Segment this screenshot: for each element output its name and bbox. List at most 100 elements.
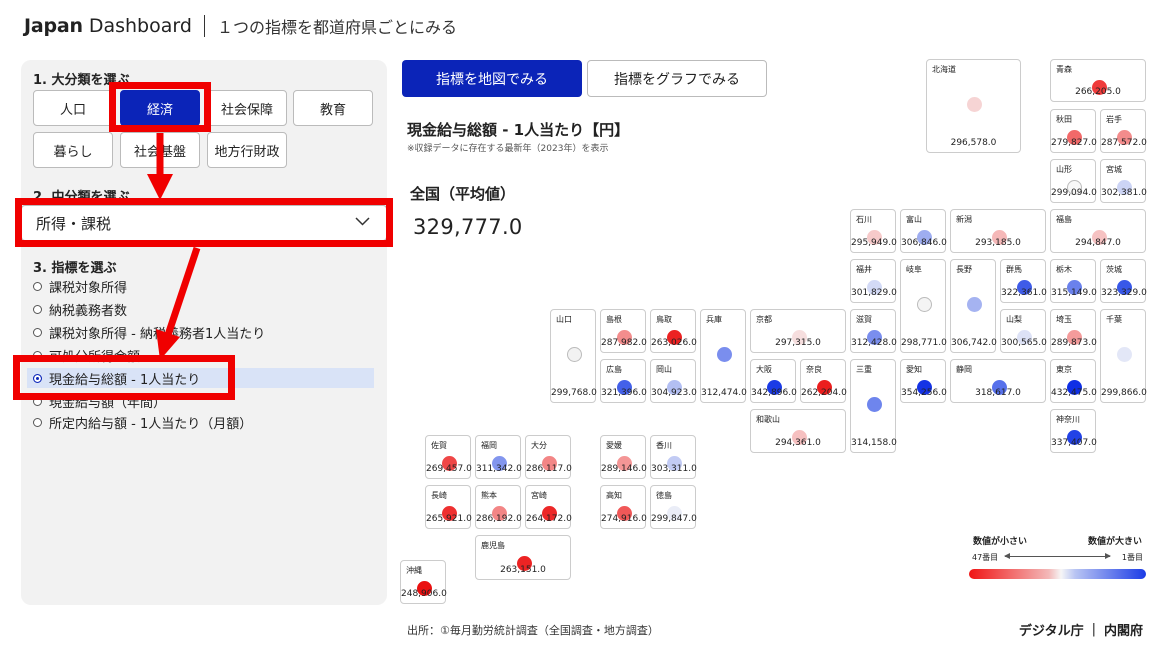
prefecture-name: 熊本 — [481, 491, 497, 500]
subcategory-select[interactable]: 所得・課税 — [21, 205, 387, 241]
prefecture-tile[interactable]: 岡山 304,923.0 — [650, 359, 697, 403]
prefecture-name: 富山 — [906, 215, 922, 224]
prefecture-tile[interactable]: 栃木 315,149.0 — [1050, 259, 1097, 303]
prefecture-tile[interactable]: 島根 287,982.0 — [600, 309, 647, 353]
prefecture-tile[interactable]: 石川 295,949.0 — [850, 209, 897, 253]
prefecture-name: 滋賀 — [856, 315, 872, 324]
prefecture-name: 新潟 — [956, 215, 972, 224]
prefecture-tile[interactable]: 佐賀 269,457.0 — [425, 435, 472, 479]
prefecture-tile[interactable]: 神奈川 337,407.0 — [1050, 409, 1097, 453]
prefecture-tile[interactable]: 和歌山 294,361.0 — [750, 409, 846, 453]
category-button-infrastructure[interactable]: 社会基盤 — [120, 132, 200, 168]
prefecture-value: 274,916.0 — [601, 514, 647, 524]
prefecture-tile[interactable]: 埼玉 289,873.0 — [1050, 309, 1097, 353]
prefecture-tile[interactable]: 長崎 265,921.0 — [425, 485, 472, 529]
prefecture-tile[interactable]: 福井 301,829.0 — [850, 259, 897, 303]
prefecture-tile[interactable]: 宮崎 264,172.0 — [525, 485, 572, 529]
prefecture-tile[interactable]: 福島 294,847.0 — [1050, 209, 1146, 253]
prefecture-tile[interactable]: 山形 299,094.0 — [1050, 159, 1097, 203]
prefecture-value: 265,921.0 — [426, 514, 472, 524]
prefecture-tile[interactable]: 兵庫 312,474.0 — [700, 309, 747, 403]
prefecture-tile[interactable]: 鳥取 263,026.0 — [650, 309, 697, 353]
prefecture-tile[interactable]: 静岡 318,617.0 — [950, 359, 1046, 403]
prefecture-tile[interactable]: 長野 306,742.0 — [950, 259, 997, 353]
indicator-option-label: 課税対象所得 — [49, 280, 128, 296]
header-divider — [203, 15, 205, 37]
category-button-population[interactable]: 人口 — [33, 90, 113, 126]
prefecture-tile[interactable]: 茨城 323,329.0 — [1100, 259, 1147, 303]
prefecture-tile[interactable]: 奈良 262,204.0 — [800, 359, 847, 403]
prefecture-tile[interactable]: 岩手 287,572.0 — [1100, 109, 1147, 153]
prefecture-tile[interactable]: 沖縄 248,906.0 — [400, 560, 447, 604]
prefecture-value: 314,158.0 — [851, 438, 897, 448]
brand-subtitle: Dashboard — [88, 15, 192, 37]
prefecture-name: 岩手 — [1106, 115, 1122, 124]
prefecture-tile[interactable]: 愛知 354,256.0 — [900, 359, 947, 403]
prefecture-tile[interactable]: 高知 274,916.0 — [600, 485, 647, 529]
indicator-option-selected[interactable]: 現金給与総額 - 1人当たり — [27, 368, 374, 388]
prefecture-tile[interactable]: 徳島 299,847.0 — [650, 485, 697, 529]
prefecture-tile[interactable]: 北海道 296,578.0 — [926, 59, 1021, 153]
prefecture-value: 286,117.0 — [526, 464, 572, 474]
prefecture-tile[interactable]: 宮城 302,381.0 — [1100, 159, 1147, 203]
prefecture-tile[interactable]: 東京 432,475.0 — [1050, 359, 1097, 403]
data-source: 出所：①毎月勤労統計調査（全国調査・地方調査） — [407, 624, 659, 637]
prefecture-value: 286,192.0 — [476, 514, 522, 524]
prefecture-name: 北海道 — [932, 65, 956, 74]
prefecture-tile[interactable]: 新潟 293,185.0 — [950, 209, 1046, 253]
prefecture-value: 266,205.0 — [1075, 87, 1121, 97]
prefecture-name: 福島 — [1056, 215, 1072, 224]
category-button-economy[interactable]: 経済 — [120, 90, 200, 126]
prefecture-tile[interactable]: 熊本 286,192.0 — [475, 485, 522, 529]
prefecture-tile[interactable]: 千葉 299,866.0 — [1100, 309, 1147, 403]
tab-graph-view[interactable]: 指標をグラフでみる — [587, 60, 767, 97]
prefecture-tile[interactable]: 京都 297,315.0 — [750, 309, 846, 353]
indicator-option[interactable]: 課税対象所得 — [33, 276, 127, 296]
prefecture-value: 287,982.0 — [601, 338, 647, 348]
prefecture-tile[interactable]: 青森 266,205.0 — [1050, 59, 1146, 102]
footer-divider: | — [1091, 622, 1096, 637]
tab-map-view[interactable]: 指標を地図でみる — [402, 60, 582, 97]
prefecture-tile[interactable]: 秋田 279,827.0 — [1050, 109, 1097, 153]
prefecture-tile[interactable]: 滋賀 312,428.0 — [850, 309, 897, 353]
indicator-option[interactable]: 課税対象所得 - 納税義務者1人当たり — [33, 322, 265, 342]
prefecture-tile[interactable]: 大分 286,117.0 — [525, 435, 572, 479]
prefecture-tile[interactable]: 鹿児島 263,151.0 — [475, 535, 571, 580]
prefecture-tile[interactable]: 岐阜 298,771.0 — [900, 259, 947, 353]
radio-icon — [33, 281, 42, 291]
prefecture-tile[interactable]: 福岡 311,342.0 — [475, 435, 522, 479]
prefecture-value: 321,396.0 — [601, 388, 647, 398]
section1-label: 1. 大分類を選ぶ — [33, 73, 130, 88]
prefecture-tile[interactable]: 群馬 322,361.0 — [1000, 259, 1047, 303]
category-button-social-security[interactable]: 社会保障 — [207, 90, 287, 126]
category-button-education[interactable]: 教育 — [293, 90, 373, 126]
prefecture-value: 299,094.0 — [1051, 188, 1097, 198]
indicator-option-label: 可処分所得金額 — [49, 349, 141, 365]
indicator-option[interactable]: 所定内給与額 - 1人当たり（月額） — [33, 412, 252, 432]
indicator-option[interactable]: 現金給与額（年間） — [33, 391, 166, 411]
prefecture-tile[interactable]: 香川 303,311.0 — [650, 435, 697, 479]
prefecture-tile[interactable]: 愛媛 289,146.0 — [600, 435, 647, 479]
prefecture-value: 263,151.0 — [500, 565, 546, 575]
indicator-option[interactable]: 可処分所得金額 — [33, 345, 140, 365]
category-button-local-finance[interactable]: 地方行財政 — [207, 132, 287, 168]
prefecture-value: 311,342.0 — [476, 464, 522, 474]
prefecture-name: 香川 — [656, 441, 672, 450]
prefecture-name: 福井 — [856, 265, 872, 274]
prefecture-value: 296,578.0 — [950, 138, 997, 148]
prefecture-tile[interactable]: 大阪 342,896.0 — [750, 359, 797, 403]
prefecture-name: 三重 — [856, 365, 872, 374]
prefecture-name: 徳島 — [656, 491, 672, 500]
prefecture-name: 山梨 — [1006, 315, 1022, 324]
prefecture-value: 299,768.0 — [551, 388, 597, 398]
category-button-living[interactable]: 暮らし — [33, 132, 113, 168]
prefecture-value: 303,311.0 — [651, 464, 697, 474]
page-header: Japan Dashboard １つの指標を都道府県ごとにみる — [24, 12, 457, 40]
prefecture-tile[interactable]: 三重 314,158.0 — [850, 359, 897, 453]
prefecture-tile[interactable]: 広島 321,396.0 — [600, 359, 647, 403]
prefecture-tile[interactable]: 山口 299,768.0 — [550, 309, 597, 403]
prefecture-tile[interactable]: 富山 306,846.0 — [900, 209, 947, 253]
prefecture-name: 高知 — [606, 491, 622, 500]
prefecture-tile[interactable]: 山梨 300,565.0 — [1000, 309, 1047, 353]
indicator-option[interactable]: 納税義務者数 — [33, 299, 127, 319]
